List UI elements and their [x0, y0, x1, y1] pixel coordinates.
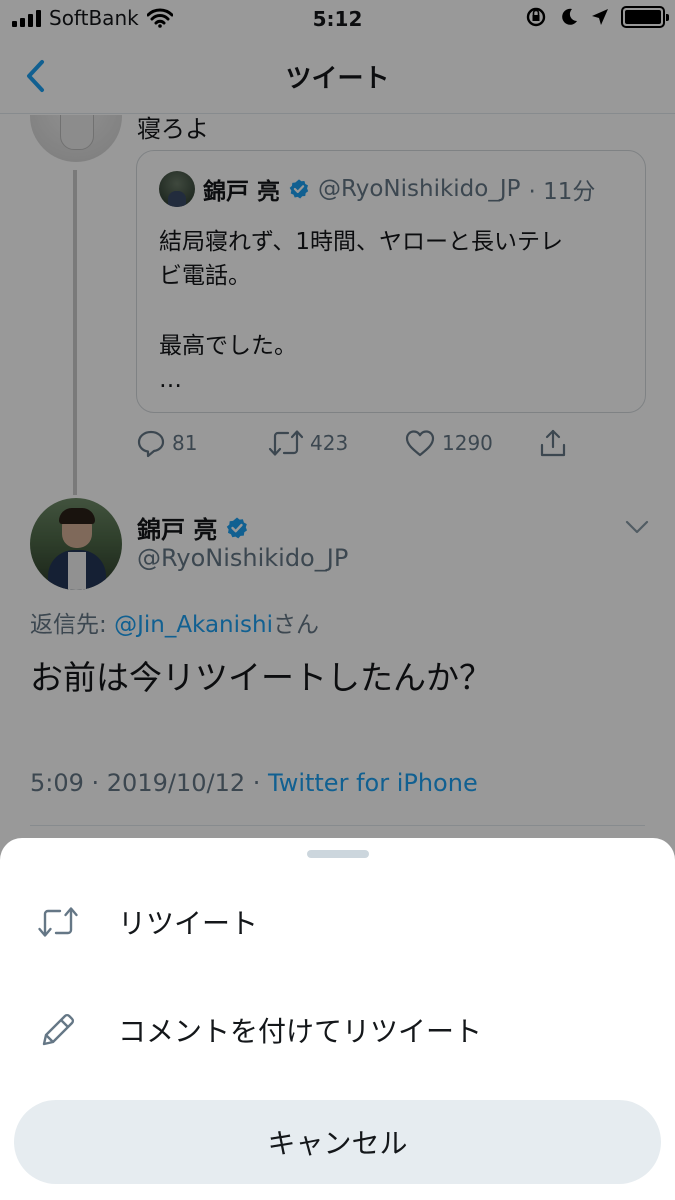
tweet-detail-screen: SoftBank 5:12 ツイート 寝ろよ 錦戸 亮 @RyoNishikid…	[0, 0, 675, 1200]
quote-tweet-option-label: コメントを付けてリツイート	[118, 1015, 483, 1048]
retweet-option-label: リツイート	[118, 907, 259, 940]
pencil-icon	[42, 1013, 75, 1046]
sheet-grabber-handle[interactable]	[307, 850, 369, 858]
retweet-action-sheet: リツイート コメントを付けてリツイート キャンセル	[0, 838, 675, 1200]
retweet-icon	[38, 907, 78, 937]
retweet-option[interactable]: リツイート	[0, 882, 675, 962]
quote-tweet-option[interactable]: コメントを付けてリツイート	[0, 990, 675, 1070]
cancel-button[interactable]: キャンセル	[14, 1100, 661, 1184]
